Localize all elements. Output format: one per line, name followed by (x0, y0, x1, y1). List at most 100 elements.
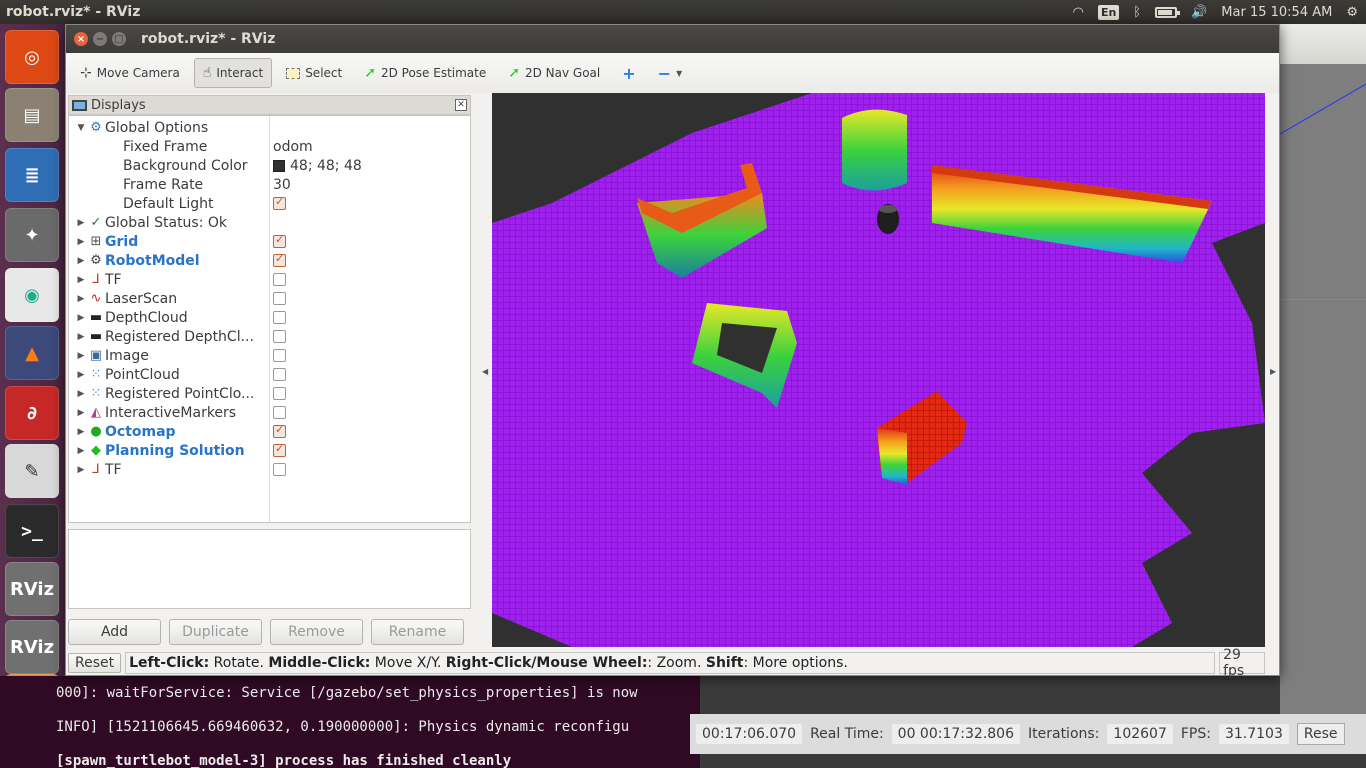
enable-checkbox[interactable] (273, 442, 286, 457)
pdf-reader-icon[interactable]: ∂ (5, 386, 59, 440)
expand-arrow-right-icon[interactable]: ▶ (75, 427, 87, 437)
display-row-value[interactable] (273, 195, 286, 210)
display-tree-row[interactable]: ▶ ◭ InteractiveMarkers (69, 403, 472, 422)
settings-icon[interactable]: ✦ (5, 208, 59, 262)
text-editor-icon[interactable]: ✎ (5, 444, 59, 498)
collapse-left-arrow-icon[interactable]: ◀ (482, 367, 488, 376)
display-row-value[interactable] (273, 349, 286, 362)
display-tree-row[interactable]: ▶ ▬ Registered DepthCl... (69, 327, 472, 346)
display-tree-row[interactable]: Frame Rate 30 (69, 175, 472, 194)
gazebo-reset-button[interactable]: Rese (1296, 723, 1345, 745)
display-tree-row[interactable]: ▶ ● Octomap (69, 422, 472, 441)
display-row-value[interactable]: 48; 48; 48 (273, 158, 362, 174)
display-tree-row[interactable]: ▶ ⁙ Registered PointClo... (69, 384, 472, 403)
display-tree-row[interactable]: ▶ ⊞ Grid (69, 232, 472, 251)
bluetooth-icon[interactable]: ᛒ (1133, 5, 1141, 20)
expand-arrow-right-icon[interactable]: ▶ (75, 275, 87, 285)
display-row-value[interactable] (273, 423, 286, 438)
display-tree-row[interactable]: Fixed Frame odom (69, 137, 472, 156)
display-tree-row[interactable]: ▶ ▣ Image (69, 346, 472, 365)
enable-checkbox[interactable] (273, 252, 286, 267)
nav-goal-tool[interactable]: ➚ 2D Nav Goal (500, 59, 608, 87)
enable-checkbox[interactable] (273, 423, 286, 438)
terminal-icon[interactable]: >_ (5, 504, 59, 558)
remove-tool-button[interactable]: − ▼ (650, 58, 691, 89)
display-row-value[interactable] (273, 252, 286, 267)
display-row-value[interactable] (273, 406, 286, 419)
rviz-icon-2[interactable]: RViz (5, 620, 59, 674)
display-row-value[interactable] (273, 442, 286, 457)
enable-checkbox[interactable] (273, 463, 286, 476)
expand-arrow-right-icon[interactable]: ▶ (75, 332, 87, 342)
writer-icon[interactable]: ≣ (5, 148, 59, 202)
display-tree-row[interactable]: ▶ ⅃ TF (69, 270, 472, 289)
display-tree-row[interactable]: ▶ ⁙ PointCloud (69, 365, 472, 384)
color-swatch[interactable] (273, 159, 285, 172)
chrome-icon[interactable]: ◉ (5, 268, 59, 322)
keyboard-layout-indicator[interactable]: En (1097, 4, 1120, 20)
expand-arrow-right-icon[interactable]: ▶ (75, 294, 87, 304)
3d-render-view[interactable] (492, 93, 1265, 647)
settings-gear-icon[interactable]: ⚙ (1346, 5, 1358, 20)
display-tree-row[interactable]: ▶ ⅃ TF (69, 460, 472, 479)
minimize-icon[interactable]: − (93, 32, 107, 46)
enable-checkbox[interactable] (273, 273, 286, 286)
display-row-value[interactable] (273, 330, 286, 343)
close-panel-icon[interactable]: ✕ (455, 99, 467, 111)
enable-checkbox[interactable] (273, 292, 286, 305)
expand-arrow-right-icon[interactable]: ▶ (75, 446, 87, 456)
add-display-button[interactable]: Add (68, 619, 161, 645)
enable-checkbox[interactable] (273, 406, 286, 419)
volume-icon[interactable]: 🔊 (1191, 5, 1207, 20)
expand-arrow-down-icon[interactable]: ▼ (75, 123, 87, 133)
display-tree-row[interactable]: ▶ ∿ LaserScan (69, 289, 472, 308)
expand-arrow-right-icon[interactable]: ▶ (75, 313, 87, 323)
display-row-value[interactable] (273, 233, 286, 248)
display-tree-row[interactable]: Background Color 48; 48; 48 (69, 156, 472, 175)
clock[interactable]: Mar 15 10:54 AM (1221, 5, 1332, 20)
matlab-icon[interactable]: ▲ (5, 326, 59, 380)
display-tree-row[interactable]: ▶ ✓ Global Status: Ok (69, 213, 472, 232)
close-icon[interactable]: × (74, 32, 88, 46)
expand-arrow-right-icon[interactable]: ▶ (75, 237, 87, 247)
expand-arrow-right-icon[interactable]: ▶ (75, 351, 87, 361)
ubuntu-dash-icon[interactable]: ◎ (5, 30, 59, 84)
expand-arrow-right-icon[interactable]: ▶ (75, 465, 87, 475)
files-icon[interactable]: ▤ (5, 88, 59, 142)
display-row-value[interactable] (273, 311, 286, 324)
enable-checkbox[interactable] (273, 349, 286, 362)
expand-arrow-right-icon[interactable]: ▶ (75, 218, 87, 228)
enable-checkbox[interactable] (273, 330, 286, 343)
expand-arrow-right-icon[interactable]: ▶ (75, 408, 87, 418)
expand-arrow-right-icon[interactable]: ▶ (75, 370, 87, 380)
select-tool[interactable]: Select (278, 60, 350, 86)
expand-arrow-right-icon[interactable]: ▶ (75, 256, 87, 266)
display-row-value[interactable]: 30 (273, 177, 291, 193)
pose-estimate-tool[interactable]: ➚ 2D Pose Estimate (356, 59, 494, 87)
wifi-icon[interactable]: ◠ (1073, 5, 1084, 20)
enable-checkbox[interactable] (273, 195, 286, 210)
display-row-value[interactable] (273, 368, 286, 381)
add-tool-button[interactable]: + (614, 58, 643, 89)
display-tree-row[interactable]: ▶ ▬ DepthCloud (69, 308, 472, 327)
display-tree-row[interactable]: ▼ ⚙ Global Options (69, 118, 472, 137)
enable-checkbox[interactable] (273, 368, 286, 381)
collapse-right-arrow-icon[interactable]: ▶ (1270, 367, 1276, 376)
display-tree-row[interactable]: ▶ ⚙ RobotModel (69, 251, 472, 270)
display-row-value[interactable] (273, 292, 286, 305)
rviz-icon[interactable]: RViz (5, 562, 59, 616)
interact-tool[interactable]: ☝ Interact (193, 58, 273, 88)
display-row-value[interactable] (273, 463, 286, 476)
display-tree-row[interactable]: Default Light (69, 194, 472, 213)
enable-checkbox[interactable] (273, 311, 286, 324)
move-camera-tool[interactable]: ⊹ Move Camera (72, 59, 188, 87)
display-row-value[interactable] (273, 387, 286, 400)
battery-icon[interactable] (1155, 6, 1181, 18)
enable-checkbox[interactable] (273, 233, 286, 248)
maximize-icon[interactable]: □ (112, 32, 126, 46)
window-titlebar[interactable]: × − □ robot.rviz* - RViz (66, 25, 1279, 53)
reset-button[interactable]: Reset (68, 653, 122, 673)
display-tree-row[interactable]: ▶ ◆ Planning Solution (69, 441, 472, 460)
enable-checkbox[interactable] (273, 387, 286, 400)
display-row-value[interactable]: odom (273, 139, 313, 155)
